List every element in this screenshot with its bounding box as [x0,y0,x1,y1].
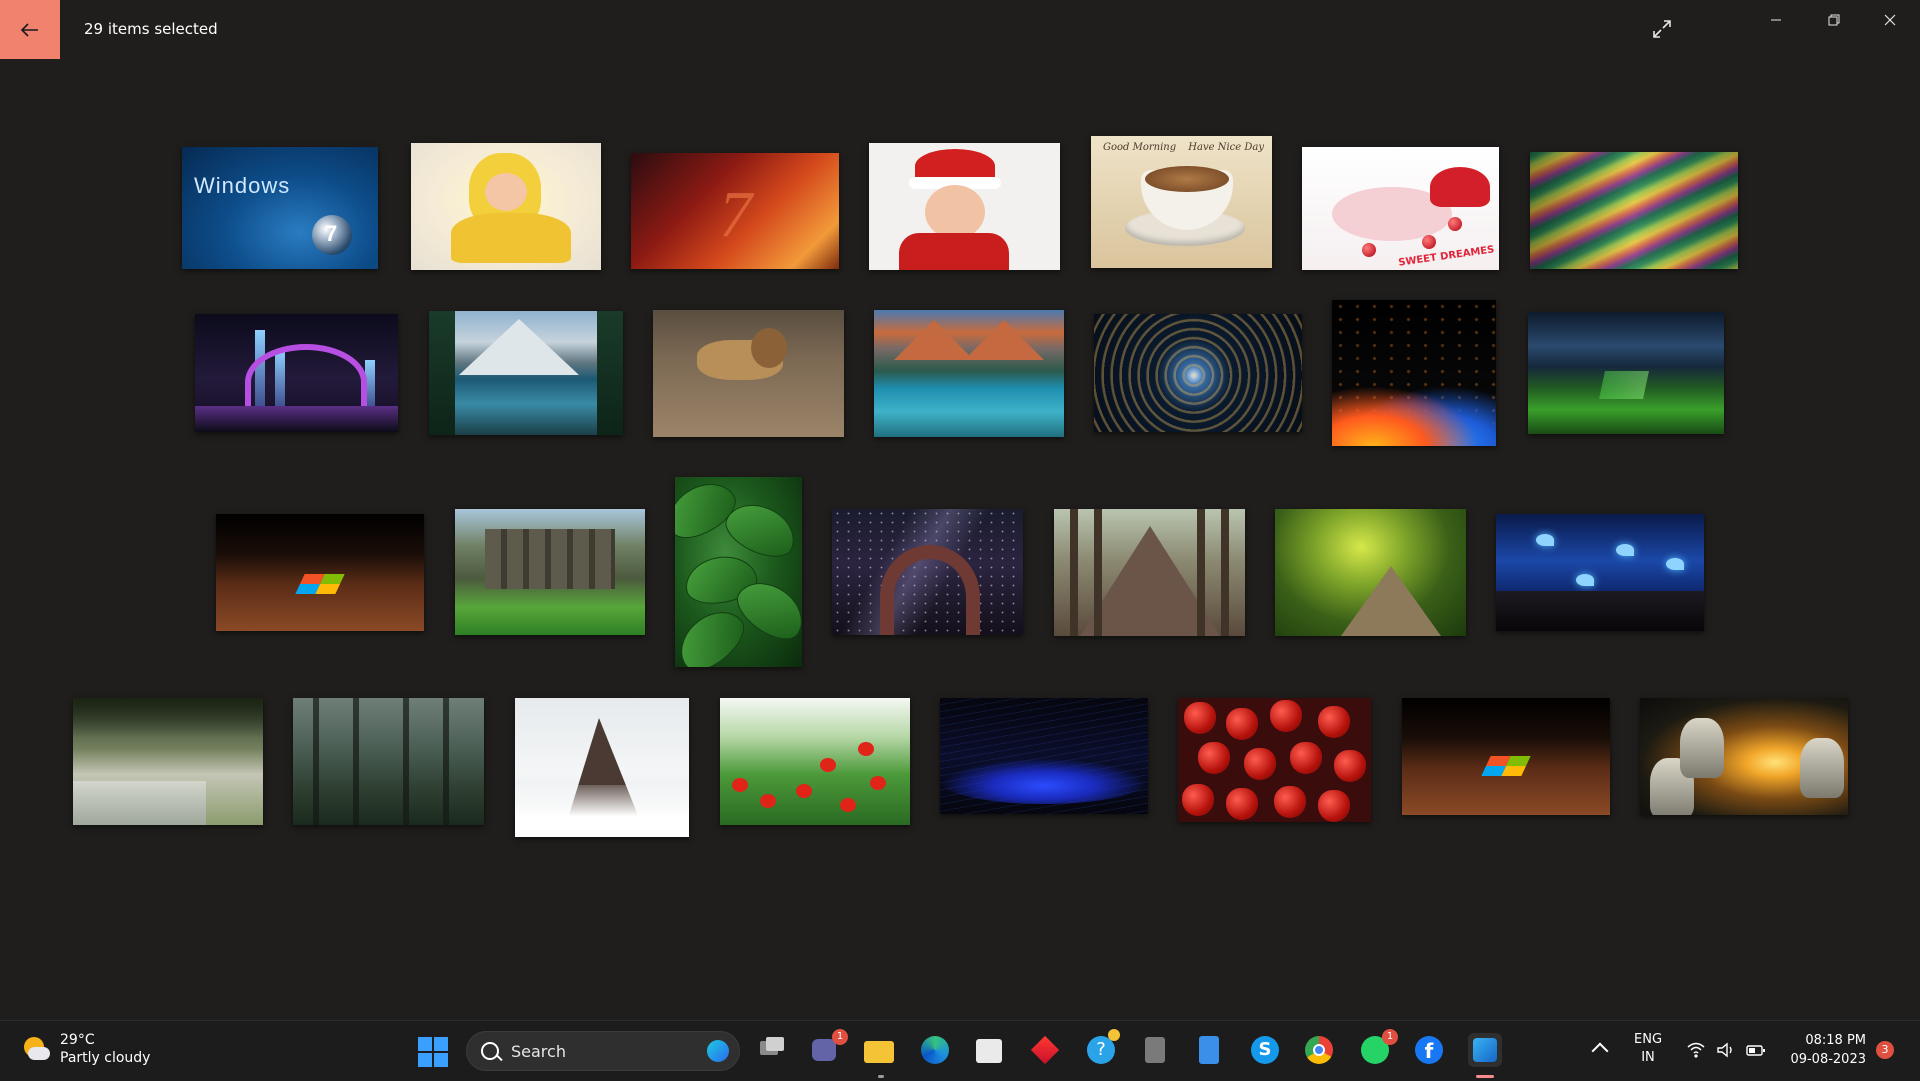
back-button[interactable] [0,0,60,59]
photo-tree-road[interactable] [1054,509,1245,636]
back-arrow-icon [21,22,38,37]
partly-cloudy-icon [22,1035,50,1063]
title-bar: 29 items selected [0,0,1920,60]
facebook-button[interactable]: f [1412,1033,1446,1067]
edge-icon [921,1036,949,1064]
file-explorer-button[interactable] [862,1033,896,1067]
photo-mountain-lake[interactable] [429,311,623,435]
skype-button[interactable]: S [1248,1033,1282,1067]
notepad-icon [1199,1036,1219,1064]
file-explorer-icon [864,1041,894,1063]
calculator-icon [1145,1037,1165,1063]
restore-button[interactable] [1812,8,1856,32]
restore-icon [1828,14,1840,26]
photo-baby-bunny[interactable] [411,143,601,270]
start-button[interactable] [418,1037,448,1067]
photo-misty-forest[interactable] [293,698,484,825]
search-icon [481,1042,499,1060]
windows-logo [1481,756,1531,776]
active-indicator [1476,1075,1494,1078]
photo-windows-floor[interactable] [216,514,424,631]
photo-rock-peak-clouds[interactable] [515,698,689,837]
photo-ice-cave-sunset[interactable] [1640,698,1848,815]
facebook-icon: f [1415,1036,1443,1064]
photo-coffee[interactable]: Good Morning Have Nice Day [1091,136,1272,268]
battery-icon[interactable] [1746,1041,1766,1059]
photo-strawberries[interactable] [1178,698,1371,822]
photo-sweet-dreams[interactable]: SWEET DREAMES [1302,147,1499,270]
language-code: ENG [1634,1032,1663,1047]
app-diamond-icon [1030,1035,1060,1065]
search-label: Search [511,1042,566,1061]
photo-canal-garden[interactable] [73,698,263,825]
store-button[interactable] [972,1033,1006,1067]
photo-monstera-leaves[interactable] [675,477,802,667]
photo-temple-ruins[interactable] [455,509,645,635]
photo-blue-butterflies[interactable] [1496,514,1704,631]
help-button[interactable]: ? [1084,1029,1120,1067]
weather-temperature: 29°C [60,1032,95,1048]
input-language[interactable]: ENG IN [1634,1031,1662,1067]
weather-condition: Partly cloudy [60,1050,151,1066]
photo-caption: 7 [325,221,338,246]
photo-windows-floor-2[interactable] [1402,698,1610,815]
calculator-button[interactable] [1138,1033,1172,1067]
clock-date: 09-08-2023 [1790,1052,1866,1067]
photo-rainbow-lines[interactable] [1530,152,1738,269]
photo-poppy-field[interactable] [720,698,910,825]
app-diamond-button[interactable] [1028,1033,1062,1067]
region-code: IN [1641,1050,1655,1065]
close-button[interactable] [1868,8,1912,32]
photo-windows7-red[interactable]: 7 [631,153,839,269]
photo-lion[interactable] [653,310,844,437]
bing-icon[interactable] [707,1040,729,1062]
wifi-icon[interactable] [1686,1041,1706,1059]
photo-caption: Have Nice Day [1188,142,1264,153]
edge-button[interactable] [918,1033,952,1067]
open-indicator [878,1075,884,1078]
photo-caption: 7 [719,178,752,251]
minimize-button[interactable] [1754,8,1798,32]
notification-badge[interactable]: 3 [1876,1041,1894,1059]
clock[interactable]: 08:18 PM 09-08-2023 [1786,1031,1866,1069]
close-icon [1884,14,1896,26]
photo-caption: Good Morning [1103,142,1177,153]
whatsapp-badge: 1 [1382,1029,1398,1045]
selection-title: 29 items selected [84,20,218,38]
teams-badge: 1 [832,1029,848,1045]
chrome-button[interactable] [1302,1033,1336,1067]
photo-color-explosion[interactable] [1332,300,1496,446]
photos-icon [1473,1038,1497,1062]
photo-windows-field[interactable] [1528,312,1724,434]
task-view-button[interactable] [754,1033,788,1067]
whatsapp-button[interactable]: 1 [1358,1029,1398,1067]
photo-santa-baby[interactable] [869,143,1060,270]
skype-icon: S [1251,1036,1279,1064]
teams-button[interactable]: 1 [808,1029,848,1067]
clock-time: 08:18 PM [1805,1033,1866,1048]
notepad-button[interactable] [1192,1033,1226,1067]
show-hidden-icons-chevron-icon[interactable] [1591,1042,1609,1060]
photos-button[interactable] [1468,1033,1502,1067]
volume-icon[interactable] [1716,1041,1736,1059]
store-icon [976,1039,1002,1063]
photo-caption: SWEET DREAMES [1397,244,1496,269]
expand-button[interactable] [1640,14,1684,44]
photo-blue-wave[interactable] [940,698,1148,814]
windows-orb: 7 [312,215,352,255]
expand-icon [1653,20,1671,38]
windows-logo [295,574,345,594]
photo-milky-way-arch[interactable] [832,509,1023,635]
weather-widget[interactable]: 29°C Partly cloudy [22,1031,150,1067]
photo-moraine-lake[interactable] [874,310,1064,437]
minimize-icon [1771,19,1781,21]
photo-windows7-blue[interactable]: Windows 7 [182,147,378,269]
photo-park-path[interactable] [1275,509,1466,636]
taskbar: 29°C Partly cloudy Search 1 ? S 1 f ENG … [0,1020,1920,1081]
photo-caption: Windows [194,173,291,198]
teams-icon [812,1039,836,1061]
photo-city-night[interactable] [195,314,398,432]
taskbar-search[interactable]: Search [466,1031,740,1071]
photo-fractal-spiral[interactable] [1094,314,1302,432]
